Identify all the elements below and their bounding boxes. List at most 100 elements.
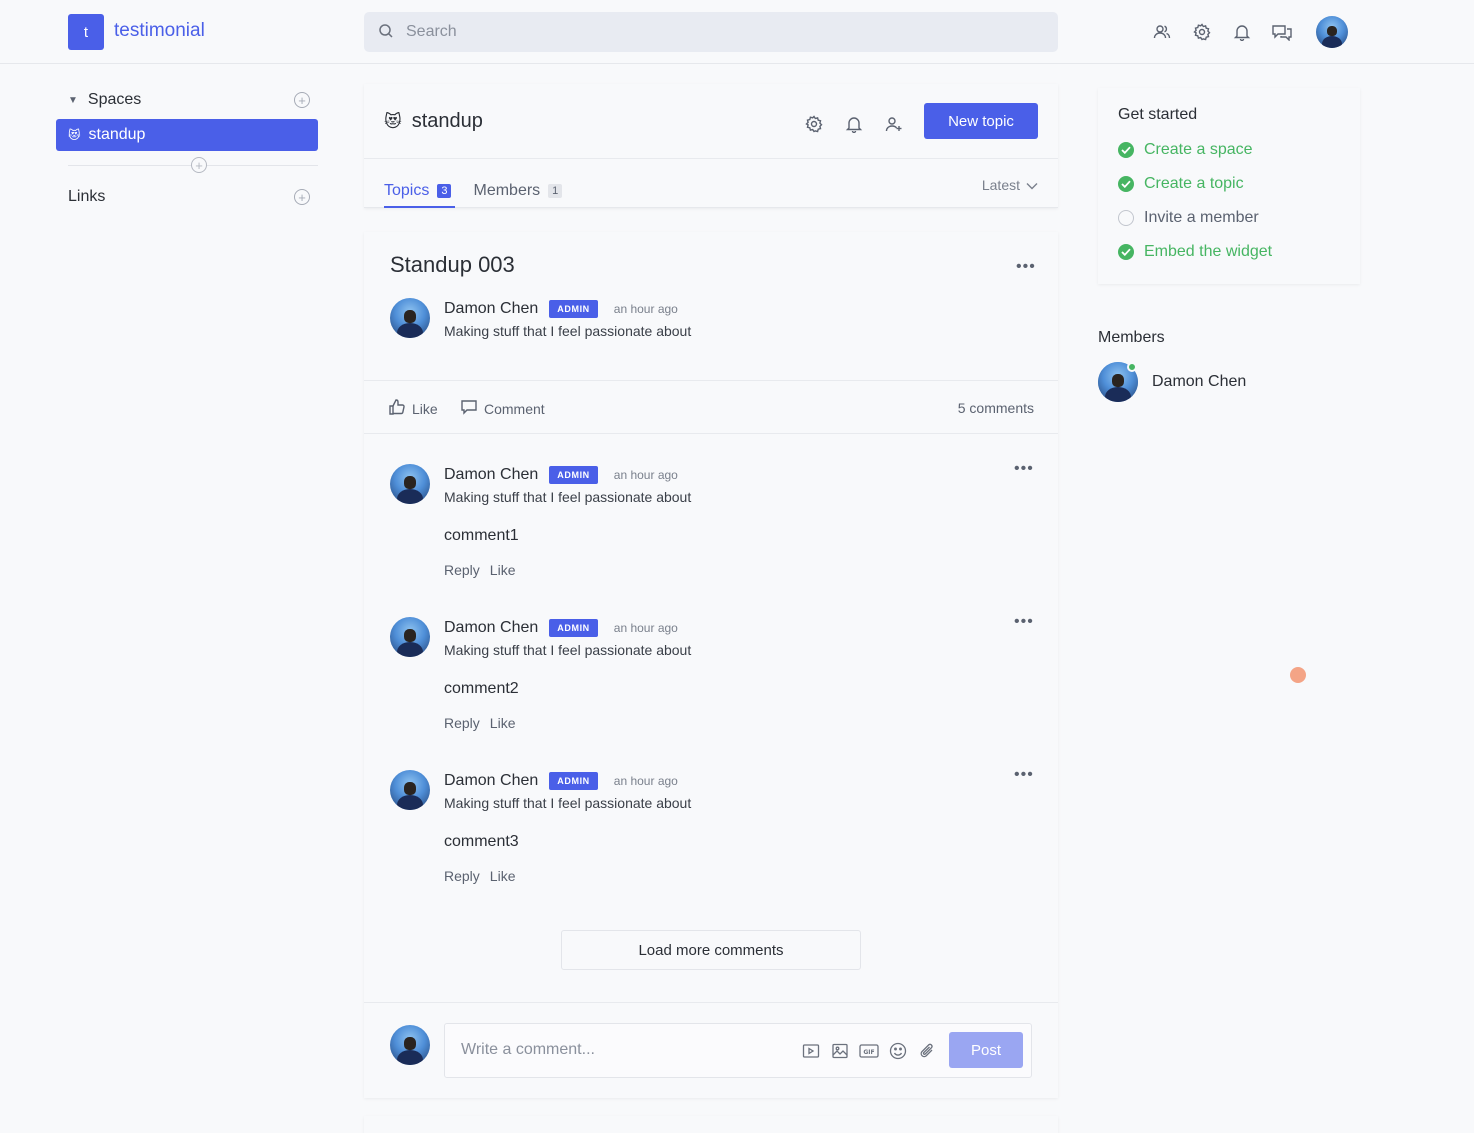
admin-badge: ADMIN [549, 466, 598, 484]
search-bar[interactable] [364, 12, 1058, 52]
sidebar-divider: + [56, 151, 318, 181]
checklist-item-create-topic[interactable]: Create a topic [1118, 175, 1244, 193]
image-icon[interactable] [830, 1041, 850, 1061]
divider [364, 158, 1058, 159]
space-actions [802, 112, 906, 136]
user-avatar[interactable] [1316, 16, 1348, 48]
member-avatar[interactable] [1098, 362, 1138, 402]
divider [364, 380, 1058, 381]
check-icon [1118, 142, 1134, 158]
add-section-icon[interactable]: + [191, 157, 207, 173]
admin-badge: ADMIN [549, 619, 598, 637]
get-started-title: Get started [1118, 106, 1198, 123]
comment-author: Damon Chen ADMIN an hour ago Making stuf… [390, 464, 691, 505]
sidebar-item-standup[interactable]: 😻 standup [56, 119, 318, 151]
app-logo[interactable]: t [68, 14, 104, 50]
gear-icon[interactable] [1190, 18, 1214, 46]
comment-composer: GIF Post [444, 1023, 1032, 1078]
add-space-icon[interactable]: + [294, 92, 310, 108]
spaces-label: Spaces [87, 91, 142, 108]
like-button[interactable]: Like [388, 398, 438, 419]
add-link-icon[interactable]: + [294, 189, 310, 205]
reply-button[interactable]: Reply [444, 715, 480, 731]
composer-avatar [390, 1025, 430, 1065]
add-member-icon[interactable] [882, 112, 906, 136]
comment-input[interactable] [461, 1041, 781, 1059]
checklist-label: Embed the widget [1144, 243, 1273, 260]
gif-icon[interactable]: GIF [859, 1041, 879, 1061]
caret-down-icon[interactable]: ▼ [68, 95, 78, 106]
app-name[interactable]: testimonial [114, 20, 205, 42]
comment-like-button[interactable]: Like [490, 715, 516, 731]
space-emoji: 😻 [68, 128, 81, 142]
author-name[interactable]: Damon Chen [444, 300, 538, 318]
emoji-icon[interactable] [888, 1041, 908, 1061]
checklist-item-create-space[interactable]: Create a space [1118, 141, 1253, 159]
chat-icon[interactable] [1270, 18, 1294, 46]
topic-more-icon[interactable]: ••• [1016, 258, 1036, 276]
get-started-card: Get started Create a space Create a topi… [1098, 88, 1360, 284]
new-topic-button[interactable]: New topic [924, 103, 1038, 139]
member-name[interactable]: Damon Chen [1152, 373, 1246, 391]
top-bar: t testimonial [0, 0, 1474, 64]
space-settings-icon[interactable] [802, 112, 826, 136]
search-input[interactable] [406, 23, 1006, 41]
space-bell-icon[interactable] [842, 112, 866, 136]
sort-dropdown[interactable]: Latest [982, 177, 1038, 193]
video-icon[interactable] [801, 1041, 821, 1061]
links-header[interactable]: Links + [56, 181, 318, 213]
author-avatar[interactable] [390, 617, 430, 657]
comment-actions: Reply Like [444, 562, 515, 578]
author-name[interactable]: Damon Chen [444, 772, 538, 790]
space-tabs: Topics 3 Members 1 [384, 176, 563, 208]
topic-title[interactable]: Standup 003 [390, 252, 515, 278]
member-item[interactable]: Damon Chen [1098, 362, 1246, 402]
space-title: 😻 standup [384, 110, 483, 133]
empty-circle-icon [1118, 210, 1134, 226]
thumbs-up-icon [388, 398, 406, 419]
reply-button[interactable]: Reply [444, 868, 480, 884]
comment-author: Damon Chen ADMIN an hour ago Making stuf… [390, 617, 691, 658]
topic-card: Standup 003 ••• Damon Chen ADMIN an hour… [364, 232, 1058, 1098]
tab-topics[interactable]: Topics 3 [384, 176, 457, 208]
author-name[interactable]: Damon Chen [444, 619, 538, 637]
author-avatar[interactable] [390, 464, 430, 504]
comment-like-button[interactable]: Like [490, 868, 516, 884]
chevron-down-icon [1026, 177, 1038, 193]
comment-more-icon[interactable]: ••• [1014, 766, 1034, 784]
comment-text: comment1 [444, 527, 519, 544]
members-icon[interactable] [1150, 18, 1174, 46]
next-topic-card [364, 1116, 1058, 1133]
author-bio: Making stuff that I feel passionate abou… [444, 795, 692, 811]
tab-members[interactable]: Members 1 [473, 176, 563, 206]
post-button[interactable]: Post [949, 1032, 1023, 1068]
checklist-item-embed-widget[interactable]: Embed the widget [1118, 243, 1272, 261]
author-avatar[interactable] [390, 770, 430, 810]
author-bio: Making stuff that I feel passionate abou… [444, 642, 692, 658]
check-icon [1118, 176, 1134, 192]
spaces-header[interactable]: ▼ Spaces + [56, 84, 318, 116]
comment-icon [460, 398, 478, 419]
attachment-icon[interactable] [917, 1041, 937, 1061]
logo-letter: t [83, 23, 89, 41]
reply-button[interactable]: Reply [444, 562, 480, 578]
comments-count[interactable]: 5 comments [958, 400, 1034, 416]
post-time: an hour ago [613, 302, 678, 316]
comment-like-button[interactable]: Like [490, 562, 516, 578]
bell-icon[interactable] [1230, 18, 1254, 46]
space-name: standup [411, 110, 483, 132]
comment-more-icon[interactable]: ••• [1014, 460, 1034, 478]
author-bio: Making stuff that I feel passionate abou… [444, 323, 692, 339]
like-label: Like [412, 400, 438, 417]
comment-more-icon[interactable]: ••• [1014, 613, 1034, 631]
author-avatar[interactable] [390, 298, 430, 338]
links-label: Links [68, 188, 106, 205]
divider [364, 1002, 1058, 1003]
author-name[interactable]: Damon Chen [444, 466, 538, 484]
sidebar-item-label: standup [88, 126, 146, 143]
checklist-item-invite-member[interactable]: Invite a member [1118, 209, 1259, 227]
comment-time: an hour ago [613, 774, 678, 788]
composer-tools: GIF [801, 1041, 937, 1061]
load-more-button[interactable]: Load more comments [561, 930, 861, 970]
comment-button[interactable]: Comment [460, 398, 545, 419]
